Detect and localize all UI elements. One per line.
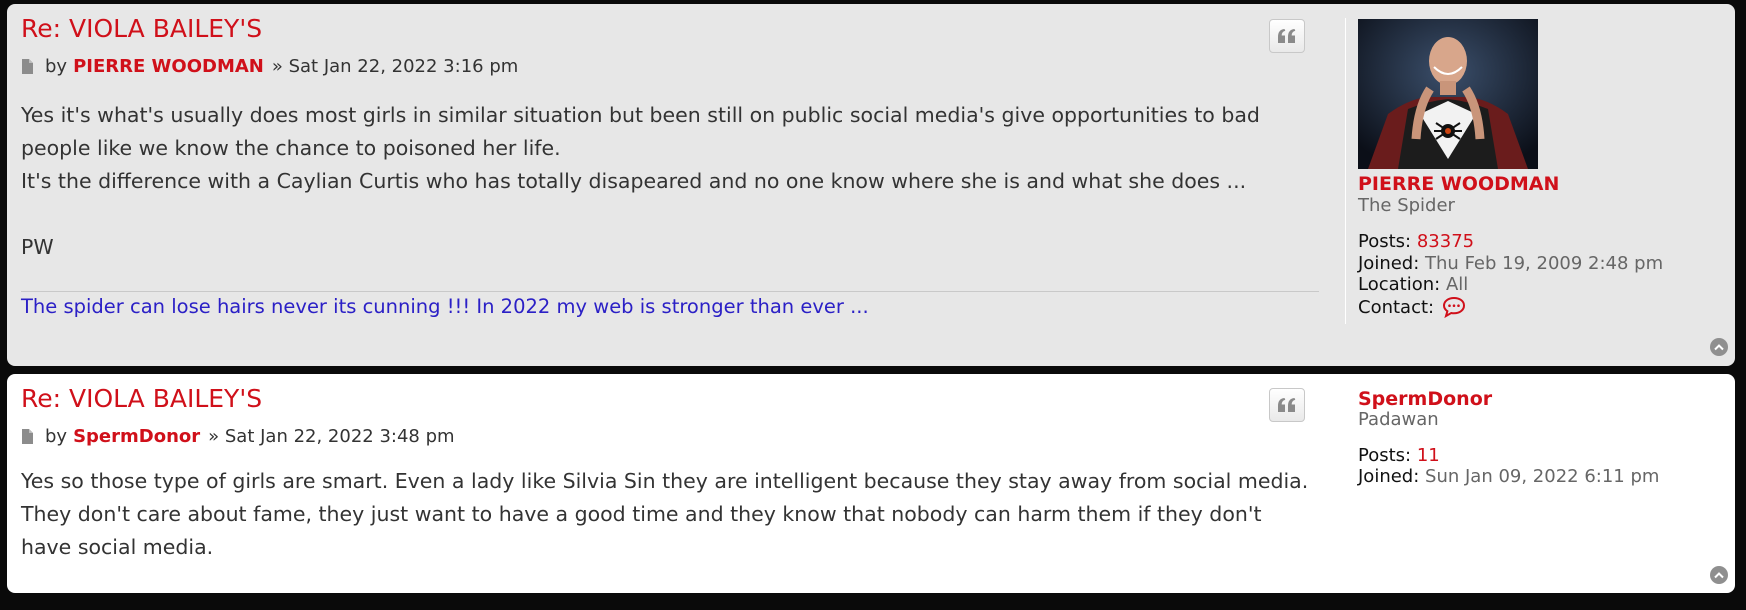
post-date: » Sat Jan 22, 2022 3:16 pm bbox=[271, 56, 519, 77]
profile-posts: Posts: 83375 bbox=[1358, 231, 1474, 252]
joined-label: Joined: bbox=[1358, 466, 1420, 487]
document-icon[interactable] bbox=[21, 59, 33, 74]
posts-label: Posts: bbox=[1358, 445, 1412, 466]
profile-divider bbox=[1345, 18, 1346, 324]
content-paragraph: It's the difference with a Caylian Curti… bbox=[21, 169, 1247, 193]
by-label: by bbox=[45, 426, 68, 447]
document-icon[interactable] bbox=[21, 429, 33, 444]
content-paragraph: Yes so those type of girls are smart. Ev… bbox=[21, 469, 1309, 559]
author-link[interactable]: PIERRE WOODMAN bbox=[73, 56, 264, 77]
profile-joined: Joined: Thu Feb 19, 2009 2:48 pm bbox=[1358, 253, 1663, 274]
joined-date: Thu Feb 19, 2009 2:48 pm bbox=[1425, 253, 1664, 274]
profile-username[interactable]: SpermDonor bbox=[1358, 388, 1492, 410]
joined-date: Sun Jan 09, 2022 6:11 pm bbox=[1425, 466, 1660, 487]
content-paragraph: Yes it's what's usually does most girls … bbox=[21, 103, 1260, 160]
location-value: All bbox=[1445, 274, 1469, 295]
post-date: » Sat Jan 22, 2022 3:48 pm bbox=[208, 426, 455, 447]
post-title[interactable]: Re: VIOLA BAILEY'S bbox=[21, 384, 262, 413]
quote-icon bbox=[1278, 29, 1296, 43]
post-title[interactable]: Re: VIOLA BAILEY'S bbox=[21, 14, 262, 43]
quote-button[interactable] bbox=[1269, 19, 1305, 53]
post: Re: VIOLA BAILEY'S by SpermDonor » Sat J… bbox=[7, 374, 1735, 593]
profile-location: Location: All bbox=[1358, 274, 1468, 295]
content-closing: PW bbox=[21, 235, 54, 259]
profile-posts: Posts: 11 bbox=[1358, 445, 1440, 466]
back-to-top-button[interactable] bbox=[1710, 566, 1728, 584]
back-to-top-button[interactable] bbox=[1710, 338, 1728, 356]
by-label: by bbox=[45, 56, 68, 77]
contact-label: Contact: bbox=[1358, 296, 1435, 318]
signature-divider bbox=[21, 291, 1319, 292]
post-author-line: by PIERRE WOODMAN » Sat Jan 22, 2022 3:1… bbox=[21, 56, 518, 77]
posts-count-link[interactable]: 83375 bbox=[1417, 231, 1474, 252]
chevron-up-icon bbox=[1714, 572, 1724, 579]
joined-label: Joined: bbox=[1358, 253, 1420, 274]
post: Re: VIOLA BAILEY'S by PIERRE WOODMAN » S… bbox=[7, 4, 1735, 366]
avatar-image bbox=[1358, 19, 1538, 169]
avatar[interactable] bbox=[1358, 19, 1538, 169]
post-author-line: by SpermDonor » Sat Jan 22, 2022 3:48 pm bbox=[21, 426, 455, 447]
profile-joined: Joined: Sun Jan 09, 2022 6:11 pm bbox=[1358, 466, 1659, 487]
quote-button[interactable] bbox=[1269, 388, 1305, 422]
signature: The spider can lose hairs never its cunn… bbox=[21, 295, 869, 318]
profile-username[interactable]: PIERRE WOODMAN bbox=[1358, 173, 1559, 195]
post-content: Yes it's what's usually does most girls … bbox=[21, 99, 1317, 264]
quote-icon bbox=[1278, 398, 1296, 412]
posts-label: Posts: bbox=[1358, 231, 1412, 252]
profile-rank: Padawan bbox=[1358, 409, 1439, 430]
post-content: Yes so those type of girls are smart. Ev… bbox=[21, 465, 1317, 564]
profile-contact: Contact: bbox=[1358, 296, 1466, 318]
speech-bubble-icon[interactable] bbox=[1442, 296, 1466, 318]
author-link[interactable]: SpermDonor bbox=[73, 426, 200, 447]
posts-count-link[interactable]: 11 bbox=[1417, 445, 1440, 466]
profile-rank: The Spider bbox=[1358, 195, 1455, 216]
location-label: Location: bbox=[1358, 274, 1441, 295]
chevron-up-icon bbox=[1714, 344, 1724, 351]
